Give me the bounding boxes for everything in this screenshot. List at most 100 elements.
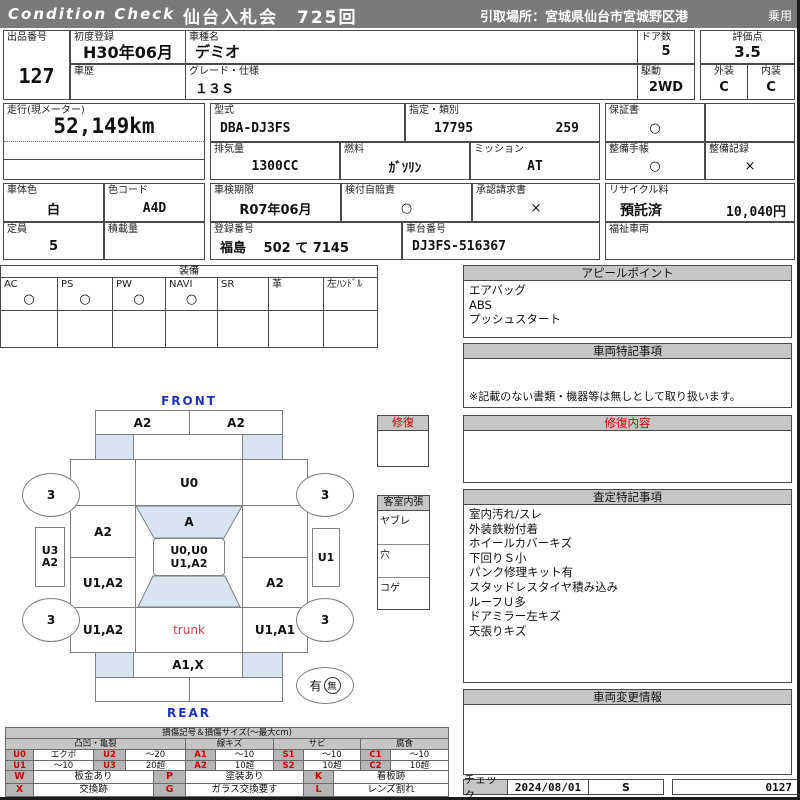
welfare-vehicle-label: 福祉車両 bbox=[609, 224, 649, 235]
maintenance-book-label: 整備手帳 bbox=[609, 144, 649, 155]
cabin-interior-box: 客室内張 ヤブレ 穴 コゲ bbox=[377, 495, 430, 610]
registration-number-value: 福島 502 て 7145 bbox=[220, 241, 349, 256]
history-cell: 車歴 bbox=[70, 64, 186, 100]
equipment-value: ○ bbox=[79, 292, 91, 307]
fuel-value: ｶﾞｿﾘﾝ bbox=[388, 161, 422, 176]
drive-value: 2WD bbox=[648, 80, 684, 95]
interior-row-burn: コゲ bbox=[378, 577, 429, 610]
legend-code: K bbox=[303, 770, 334, 784]
appeal-line: プッシュスタート bbox=[469, 312, 561, 327]
inspection-expiry-value: R07年06月 bbox=[239, 202, 312, 218]
score-value: 3.5 bbox=[734, 42, 761, 61]
right-fender-panel bbox=[242, 505, 308, 558]
assessment-line: ドアミラー左キズ bbox=[469, 609, 561, 624]
maintenance-book-cell: 整備手帳 ○ bbox=[605, 142, 705, 180]
model-code-label: 型式 bbox=[214, 105, 234, 116]
assessment-line: パンク修理キット有 bbox=[469, 565, 574, 580]
insurance-value: ○ bbox=[400, 200, 413, 216]
vehicle-class: 乗用 bbox=[767, 9, 792, 23]
legend-code: G bbox=[153, 783, 186, 797]
assessment-line: 外装鉄粉付着 bbox=[469, 521, 538, 536]
legend-desc: エクボ bbox=[33, 749, 94, 761]
capacity-label: 定員 bbox=[7, 224, 27, 235]
lot-number-label: 出品番号 bbox=[7, 32, 47, 43]
legend-group: 線キズ bbox=[185, 738, 274, 750]
transmission-value: AT bbox=[527, 159, 543, 174]
mileage-cell: 走行(現メーター) 52,149km bbox=[3, 103, 205, 180]
equipment-empty-cell bbox=[268, 310, 324, 348]
rear-bumper-right-panel bbox=[189, 677, 283, 702]
assessment-line: ホイールカバーキズ bbox=[469, 536, 573, 551]
color-code-label: 色コード bbox=[108, 185, 148, 196]
legend-desc: ガラス交換要す bbox=[185, 783, 304, 797]
mileage-value: 52,149km bbox=[53, 114, 155, 138]
rear-left-corner bbox=[95, 652, 134, 678]
legend-desc: ～10 bbox=[389, 749, 450, 761]
damage-legend-table: 損傷記号＆損傷サイズ(～最大cm) 凸凹・亀裂 線キズ サビ 腐食 U0 エクボ… bbox=[4, 727, 450, 772]
chassis-number-label: 車台番号 bbox=[406, 224, 446, 235]
approval-request-value: × bbox=[530, 200, 542, 216]
left-side-strip: U3 A2 bbox=[35, 527, 65, 587]
equipment-label: 革 bbox=[272, 279, 282, 290]
rear-panel: A1,X bbox=[133, 652, 243, 678]
recycle-fee-cell: リサイクル料 預託済 10,040円 bbox=[605, 183, 795, 222]
assessment-notes-title: 査定特記事項 bbox=[464, 490, 791, 505]
maintenance-record-cell: 整備記録 × bbox=[705, 142, 795, 180]
legend-desc: ～10 bbox=[303, 749, 361, 761]
equipment-cell-ps: PS ○ bbox=[57, 277, 113, 311]
history-label: 車歴 bbox=[74, 66, 94, 77]
front-left-corner bbox=[95, 434, 134, 460]
left-fender-panel: A2 bbox=[70, 505, 136, 558]
model-code-value: DBA-DJ3FS bbox=[220, 120, 291, 136]
equipment-empty-cell bbox=[112, 310, 166, 348]
maintenance-record-value: × bbox=[744, 159, 756, 174]
equipment-label: AC bbox=[4, 279, 18, 290]
repair-detail-body bbox=[464, 431, 791, 482]
legend-code: L bbox=[303, 783, 334, 797]
designation-cell: 指定・類別 17795 259 bbox=[405, 103, 600, 142]
repair-detail-box: 修復内容 bbox=[463, 415, 792, 483]
legend-code: A1 bbox=[185, 749, 216, 761]
equipment-value bbox=[218, 290, 268, 309]
recycle-fee-amount: 10,040円 bbox=[726, 205, 786, 220]
check-inspector: S bbox=[588, 779, 664, 795]
equipment-value: ○ bbox=[185, 292, 198, 307]
front-bumper-left-panel: A2 bbox=[95, 410, 190, 435]
capacity-cell: 定員 5 bbox=[3, 222, 104, 260]
equipment-label: SR bbox=[221, 279, 235, 290]
assessment-line: 天張りキズ bbox=[469, 623, 527, 638]
vehicle-notes-body: ※記載のない書類・機器等は無しとして取り扱います。 bbox=[464, 359, 791, 407]
classification-number: 259 bbox=[555, 121, 579, 136]
lot-number-value: 127 bbox=[18, 63, 55, 88]
displacement-label: 排気量 bbox=[214, 144, 244, 155]
appeal-line: ABS bbox=[469, 297, 492, 312]
chassis-number-value: DJ3FS-516367 bbox=[412, 239, 506, 254]
equipment-cell-pw: PW ○ bbox=[112, 277, 166, 311]
first-registration-cell: 初度登録 H30年06月 bbox=[70, 30, 186, 64]
exterior-grade-cell: 外装 C bbox=[700, 64, 748, 100]
history-value bbox=[71, 77, 185, 98]
body-color-cell: 車体色 白 bbox=[3, 183, 104, 222]
left-strip-damage2: A2 bbox=[41, 556, 59, 569]
equipment-empty-cell bbox=[217, 310, 269, 348]
check-date: 2024/08/01 bbox=[507, 779, 589, 795]
equipment-cell-ac: AC ○ bbox=[0, 277, 58, 311]
roof-damage-line1: U0,U0 bbox=[170, 544, 208, 557]
left-front-door-panel: U1,A2 bbox=[70, 557, 136, 608]
displacement-cell: 排気量 1300CC bbox=[210, 142, 340, 180]
front-right-corner bbox=[242, 434, 283, 460]
change-info-body bbox=[464, 705, 791, 774]
cabin-interior-title: 客室内張 bbox=[378, 496, 429, 511]
assessment-line: 下回りＳ小 bbox=[469, 550, 527, 565]
warranty-book-cell: 保証書 ○ bbox=[605, 103, 705, 142]
legend-code: U0 bbox=[5, 749, 34, 761]
interior-grade-label: 内装 bbox=[761, 66, 781, 77]
inspection-expiry-label: 車検期限 bbox=[214, 185, 254, 196]
history-yes-text: 有 bbox=[309, 679, 322, 693]
equipment-value: ○ bbox=[23, 292, 35, 307]
legend-group: 腐食 bbox=[359, 738, 450, 750]
welfare-vehicle-value bbox=[606, 235, 794, 258]
equipment-cell-leather: 革 bbox=[268, 277, 324, 311]
rear-window-shape bbox=[137, 575, 241, 608]
front-left-wheel: 3 bbox=[22, 473, 80, 517]
